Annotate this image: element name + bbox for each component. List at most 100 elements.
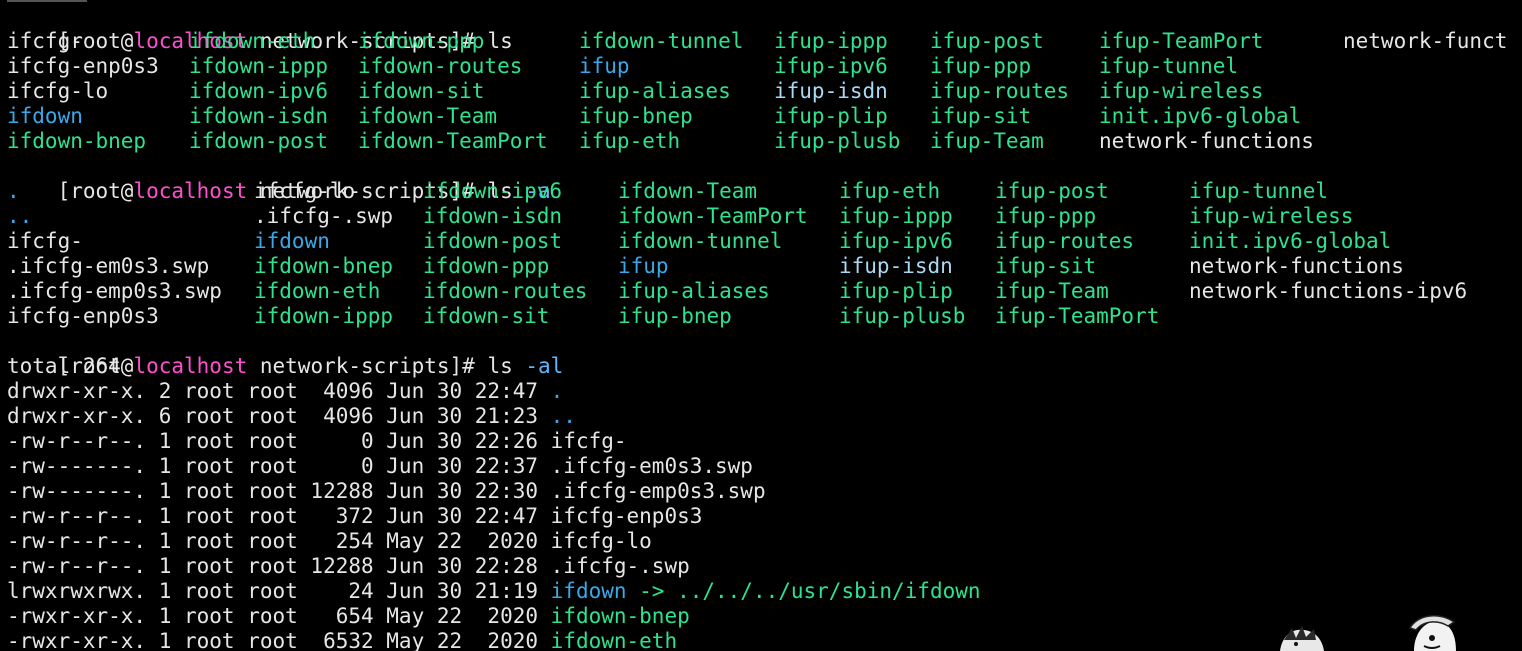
cursor: [7, 0, 87, 2]
file-entry: ifdown-TeamPort: [618, 204, 808, 228]
listing-row: . ifcfg-lo ifdown-ipv6 ifdown-Team ifup-eth i…: [0, 179, 1522, 204]
file-entry: ifcfg-: [7, 229, 83, 253]
file-name: ifdown-bnep: [550, 604, 690, 628]
file-entry: .ifcfg-.swp: [254, 204, 394, 228]
file-entry: ifdown-ippp: [189, 54, 329, 78]
file-metadata: -rw-------. 1 root root 0 Jun 30 22:37: [7, 454, 551, 478]
file-entry: ifup-plusb: [839, 304, 966, 328]
file-entry: ifup-post: [930, 29, 1044, 53]
file-entry: ifdown-routes: [423, 279, 588, 303]
file-entry: ifup-Team: [930, 129, 1044, 153]
mascot-icon: [1280, 626, 1324, 651]
file-entry: ifup-wireless: [1189, 204, 1354, 228]
prompt-line: [root@localhost network-scripts]# ls -a: [7, 154, 551, 203]
long-listing-row: -rw-------. 1 root root 0 Jun 30 22:37 .…: [7, 454, 753, 479]
file-entry: .ifcfg-em0s3.swp: [7, 254, 210, 278]
mascot-icon: [1408, 615, 1456, 651]
file-entry: ifup-ipv6: [839, 229, 953, 253]
file-metadata: -rw-r--r--. 1 root root 0 Jun 30 22:26: [7, 429, 551, 453]
long-listing-row: -rw-r--r--. 1 root root 254 May 22 2020 …: [7, 529, 652, 554]
file-entry: ifup-plip: [839, 279, 953, 303]
prompt-host: localhost: [133, 354, 248, 378]
long-listing-row: -rw-r--r--. 1 root root 0 Jun 30 22:26 i…: [7, 429, 627, 454]
file-entry: ifup-ippp: [839, 204, 953, 228]
file-entry: ..: [7, 204, 33, 228]
file-metadata: -rwxr-xr-x. 1 root root 654 May 22 2020: [7, 604, 551, 628]
file-name: ifdown: [550, 579, 627, 603]
file-entry: network-functions-ipv6: [1189, 279, 1468, 303]
file-name: .ifcfg-.swp: [550, 554, 690, 578]
file-entry: ifup-tunnel: [1099, 54, 1239, 78]
file-name: ifdown-eth: [550, 629, 678, 651]
file-entry: ifup-plusb: [774, 129, 901, 153]
file-entry: network-functions: [1189, 254, 1404, 278]
long-listing-row: drwxr-xr-x. 6 root root 4096 Jun 30 21:2…: [7, 404, 576, 429]
file-entry: .: [7, 179, 20, 203]
file-entry: ifup-ppp: [930, 54, 1032, 78]
long-listing-row: -rwxr-xr-x. 1 root root 654 May 22 2020 …: [7, 604, 690, 629]
long-listing-row: drwxr-xr-x. 2 root root 4096 Jun 30 22:4…: [7, 379, 563, 404]
file-entry: ifup-TeamPort: [995, 304, 1160, 328]
listing-row: ifcfg-lo ifdown-ipv6 ifdown-sit ifup-aliase…: [0, 79, 1522, 104]
file-entry: ifdown-ippp: [254, 304, 394, 328]
file-entry: ifup-routes: [995, 229, 1135, 253]
listing-row: ifdown ifdown-isdn ifdown-Team ifup-bnep ifu…: [0, 104, 1522, 129]
file-entry: ifdown-isdn: [189, 104, 329, 128]
file-entry: ifup-sit: [930, 104, 1032, 128]
file-entry: ifdown-sit: [358, 79, 485, 103]
file-entry: ifcfg-lo: [7, 79, 109, 103]
file-entry: ifup-sit: [995, 254, 1097, 278]
file-entry: ifdown-routes: [358, 54, 523, 78]
prompt-line: [root@localhost network-scripts]# ls: [7, 4, 513, 53]
terminal-window[interactable]: [root@localhost network-scripts]# ls ifc…: [0, 0, 1522, 651]
listing-row: ifcfg-ifdown-eth ifdown-ppp ifdown-tunnel i…: [0, 29, 1522, 54]
file-entry: init.ipv6-global: [1099, 104, 1302, 128]
file-entry: ifup-eth: [839, 179, 941, 203]
file-entry: ifcfg-enp0s3: [7, 304, 159, 328]
file-entry: ifup-plip: [774, 104, 888, 128]
file-entry: .ifcfg-emp0s3.swp: [7, 279, 222, 303]
prompt-line: [root@localhost network-scripts]# ls -al: [7, 329, 564, 378]
file-metadata: drwxr-xr-x. 6 root root 4096 Jun 30 21:2…: [7, 404, 551, 428]
file-entry: ifdown-Team: [358, 104, 498, 128]
prompt-path: network-scripts]#: [247, 354, 488, 378]
file-entry: ifdown: [7, 104, 83, 128]
file-entry: ifdown-post: [189, 129, 329, 153]
file-entry: ifup-post: [995, 179, 1109, 203]
file-name: ..: [550, 404, 576, 428]
file-entry: ifdown-isdn: [423, 204, 563, 228]
file-entry: ifup-Team: [995, 279, 1109, 303]
listing-row: ifdown-bnep ifdown-post ifdown-TeamPort ifu…: [0, 129, 1522, 154]
file-name: ifcfg-: [550, 429, 627, 453]
file-entry: ifdown-eth: [254, 279, 381, 303]
file-entry: init.ipv6-global: [1189, 229, 1392, 253]
file-entry: ifcfg-: [7, 29, 83, 53]
file-metadata: -rw-r--r--. 1 root root 12288 Jun 30 22:…: [7, 554, 551, 578]
listing-row: ifcfg-enp0s3 ifdown-ippp ifdown-sit ifup-bn…: [0, 304, 1522, 329]
file-entry: ifup: [579, 54, 630, 78]
command-arg: -al: [525, 354, 564, 378]
file-entry: ifup-ippp: [774, 29, 888, 53]
file-metadata: -rwxr-xr-x. 1 root root 6532 May 22 2020: [7, 629, 551, 651]
file-metadata: lrwxrwxrwx. 1 root root 24 Jun 30 21:19: [7, 579, 551, 603]
file-entry: ifup-eth: [579, 129, 681, 153]
file-entry: ifup-wireless: [1099, 79, 1264, 103]
file-entry: ifup-isdn: [774, 79, 888, 103]
file-entry: ifup-bnep: [579, 104, 693, 128]
file-entry: ifdown-ppp: [358, 29, 485, 53]
long-listing-row: -rw-------. 1 root root 12288 Jun 30 22:…: [7, 479, 766, 504]
file-metadata: -rw-------. 1 root root 12288 Jun 30 22:…: [7, 479, 551, 503]
file-name: ifcfg-enp0s3: [550, 504, 703, 528]
file-metadata: -rw-r--r--. 1 root root 372 Jun 30 22:47: [7, 504, 551, 528]
file-entry: ifdown-ppp: [423, 254, 550, 278]
file-entry: network-funct: [1343, 29, 1508, 53]
file-entry: ifdown-bnep: [7, 129, 147, 153]
listing-row: .. .ifcfg-.swp ifdown-isdn ifdown-TeamPort i…: [0, 204, 1522, 229]
long-listing-row: -rwxr-xr-x. 1 root root 6532 May 22 2020…: [7, 629, 677, 651]
file-entry: ifdown-Team: [618, 179, 758, 203]
file-entry: ifup-ppp: [995, 204, 1097, 228]
file-entry: ifup-tunnel: [1189, 179, 1329, 203]
file-name: .: [550, 379, 564, 403]
file-entry: ifdown: [254, 229, 330, 253]
file-name: ifcfg-lo: [550, 529, 652, 553]
